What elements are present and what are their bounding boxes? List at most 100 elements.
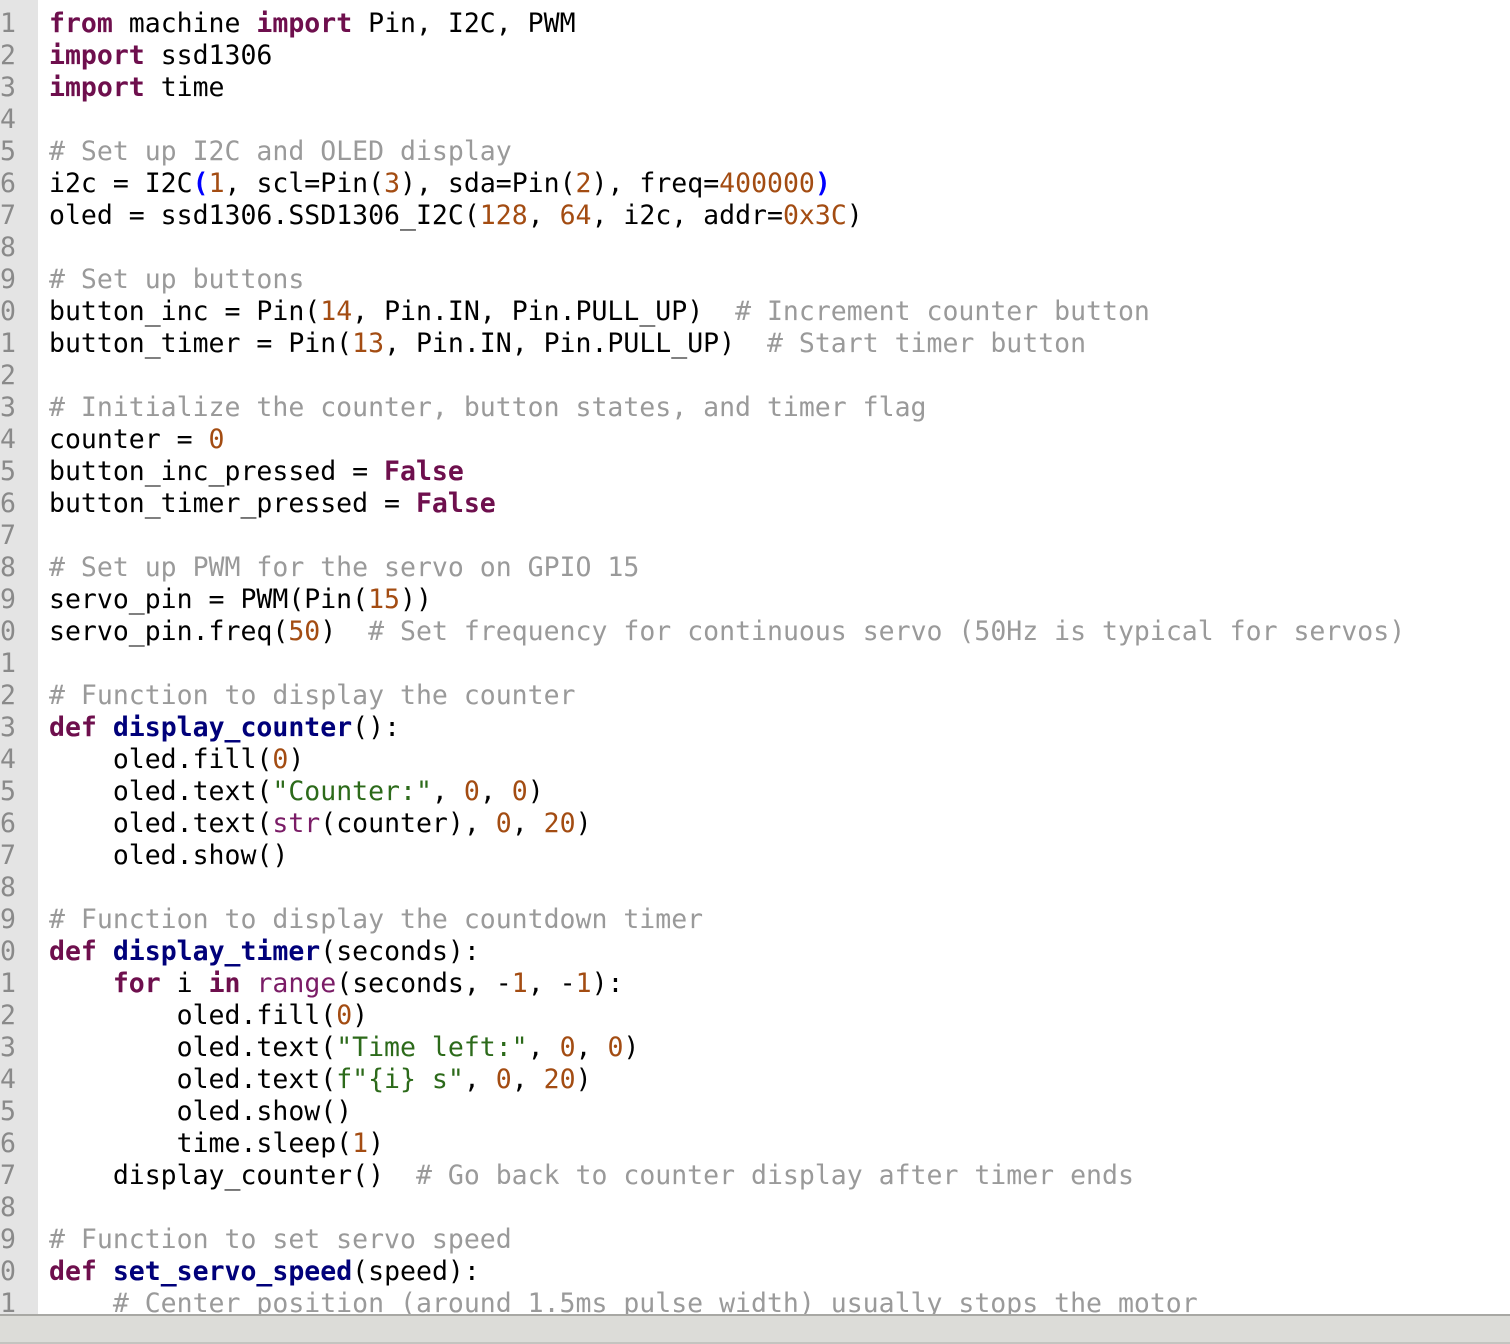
builtin: str <box>272 808 321 839</box>
code-line[interactable]: 1 from machine import Pin, I2C, PWM <box>0 8 1510 40</box>
comment: # Function to display the counter <box>49 680 576 711</box>
code-text[interactable]: button_inc = Pin(14, Pin.IN, Pin.PULL_UP… <box>49 296 1150 328</box>
code-editor[interactable]: 1 from machine import Pin, I2C, PWM 2 impor… <box>0 0 1510 1314</box>
line-number: 2 <box>0 680 16 711</box>
code-text[interactable]: button_timer_pressed = False <box>49 488 496 520</box>
code-line[interactable]: 8 <box>0 1192 1510 1224</box>
code-text[interactable]: display_counter() # Go back to counter d… <box>49 1160 1134 1192</box>
code-text[interactable]: oled.text(str(counter), 0, 20) <box>49 808 592 840</box>
code-text[interactable]: import ssd1306 <box>49 40 272 72</box>
line-number: 2 <box>0 40 16 71</box>
code-line[interactable]: 0 def display_timer(seconds): <box>0 936 1510 968</box>
code-text[interactable]: counter = 0 <box>49 424 225 456</box>
code-text[interactable]: button_inc_pressed = False <box>49 456 464 488</box>
code-line[interactable]: 6 oled.text(str(counter), 0, 20) <box>0 808 1510 840</box>
number-literal: 13 <box>352 328 385 359</box>
code-line[interactable]: 5 # Set up I2C and OLED display <box>0 136 1510 168</box>
code-line[interactable]: 1 # Center position (around 1.5ms pulse … <box>0 1288 1510 1314</box>
line-number: 5 <box>0 776 16 807</box>
code-line[interactable]: 4 <box>0 104 1510 136</box>
code-line[interactable]: 7 oled = ssd1306.SSD1306_I2C(128, 64, i2c… <box>0 200 1510 232</box>
code-line[interactable]: 7 display_counter() # Go back to counter… <box>0 1160 1510 1192</box>
line-number: 7 <box>0 840 16 871</box>
code-text[interactable]: # Function to set servo speed <box>49 1224 512 1256</box>
code-text[interactable]: oled.text("Counter:", 0, 0) <box>49 776 544 808</box>
code-text[interactable]: for i in range(seconds, -1, -1): <box>49 968 624 1000</box>
code-text[interactable]: # Initialize the counter, button states,… <box>49 392 927 424</box>
code-line[interactable]: 8 # Set up PWM for the servo on GPIO 15 <box>0 552 1510 584</box>
code-text[interactable]: oled.fill(0) <box>49 1000 369 1032</box>
code-text[interactable]: time.sleep(1) <box>49 1128 384 1160</box>
code-text[interactable]: # Function to display the countdown time… <box>49 904 703 936</box>
code-text[interactable]: # Set up PWM for the servo on GPIO 15 <box>49 552 639 584</box>
code-text[interactable]: servo_pin = PWM(Pin(15)) <box>49 584 432 616</box>
code-line[interactable]: 3 oled.text("Time left:", 0, 0) <box>0 1032 1510 1064</box>
code-line[interactable]: 6 i2c = I2C(1, scl=Pin(3), sda=Pin(2), fr… <box>0 168 1510 200</box>
code-token: (): <box>352 712 401 743</box>
line-number: 1 <box>0 328 16 359</box>
number-literal: 15 <box>368 584 401 615</box>
code-line[interactable]: 2 <box>0 360 1510 392</box>
code-line[interactable]: 1 button_timer = Pin(13, Pin.IN, Pin.PULL… <box>0 328 1510 360</box>
code-text[interactable]: def display_counter(): <box>49 712 400 744</box>
code-line[interactable]: 9 # Function to set servo speed <box>0 1224 1510 1256</box>
code-text[interactable]: import time <box>49 72 225 104</box>
code-text[interactable]: # Set up I2C and OLED display <box>49 136 512 168</box>
code-line[interactable]: 9 servo_pin = PWM(Pin(15)) <box>0 584 1510 616</box>
code-line[interactable]: 3 import time <box>0 72 1510 104</box>
code-line[interactable]: 0 button_inc = Pin(14, Pin.IN, Pin.PULL_U… <box>0 296 1510 328</box>
code-text[interactable]: button_timer = Pin(13, Pin.IN, Pin.PULL_… <box>49 328 1086 360</box>
code-text[interactable]: i2c = I2C(1, scl=Pin(3), sda=Pin(2), fre… <box>49 168 831 200</box>
code-line[interactable]: 6 button_timer_pressed = False <box>0 488 1510 520</box>
code-text[interactable]: oled.fill(0) <box>49 744 305 776</box>
code-line[interactable]: 8 <box>0 872 1510 904</box>
code-token: i2c = I2C <box>49 168 193 199</box>
code-text[interactable]: oled.show() <box>49 1096 353 1128</box>
code-line[interactable]: 7 oled.show() <box>0 840 1510 872</box>
code-token: ssd1306 <box>144 40 273 71</box>
code-line[interactable]: 5 oled.show() <box>0 1096 1510 1128</box>
code-text[interactable]: from machine import Pin, I2C, PWM <box>49 8 576 40</box>
number-literal: 0 <box>495 808 512 839</box>
code-line[interactable]: 7 <box>0 520 1510 552</box>
code-line[interactable]: 9 # Function to display the countdown tim… <box>0 904 1510 936</box>
code-text[interactable]: oled.text("Time left:", 0, 0) <box>49 1032 640 1064</box>
code-line[interactable]: 5 button_inc_pressed = False <box>0 456 1510 488</box>
code-text[interactable]: oled = ssd1306.SSD1306_I2C(128, 64, i2c,… <box>49 200 863 232</box>
code-line[interactable]: 4 counter = 0 <box>0 424 1510 456</box>
code-line[interactable]: 3 # Initialize the counter, button states… <box>0 392 1510 424</box>
code-line[interactable]: 8 <box>0 232 1510 264</box>
code-text[interactable]: def set_servo_speed(speed): <box>49 1256 480 1288</box>
code-line[interactable]: 9 # Set up buttons <box>0 264 1510 296</box>
horizontal-scrollbar[interactable] <box>0 1314 1510 1344</box>
code-text[interactable]: # Set up buttons <box>49 264 304 296</box>
code-text[interactable]: def display_timer(seconds): <box>49 936 480 968</box>
code-line[interactable]: 0 def set_servo_speed(speed): <box>0 1256 1510 1288</box>
code-line[interactable]: 4 oled.fill(0) <box>0 744 1510 776</box>
code-line[interactable]: 1 for i in range(seconds, -1, -1): <box>0 968 1510 1000</box>
code-text[interactable]: # Function to display the counter <box>49 680 576 712</box>
code-line[interactable]: 1 <box>0 648 1510 680</box>
code-token: ) <box>368 1128 385 1159</box>
code-text[interactable]: oled.text(f"{i} s", 0, 20) <box>49 1064 592 1096</box>
code-line[interactable]: 6 time.sleep(1) <box>0 1128 1510 1160</box>
line-number: 0 <box>0 1256 16 1287</box>
code-token: , <box>463 1064 496 1095</box>
code-line[interactable]: 2 import ssd1306 <box>0 40 1510 72</box>
code-line[interactable]: 3 def display_counter(): <box>0 712 1510 744</box>
code-token: ) <box>352 1000 369 1031</box>
code-text[interactable]: # Center position (around 1.5ms pulse wi… <box>49 1288 1198 1314</box>
code-line[interactable]: 5 oled.text("Counter:", 0, 0) <box>0 776 1510 808</box>
code-text[interactable]: oled.show() <box>49 840 289 872</box>
code-line[interactable]: 2 # Function to display the counter <box>0 680 1510 712</box>
code-line[interactable]: 0 servo_pin.freq(50) # Set frequency for … <box>0 616 1510 648</box>
code-token: )) <box>400 584 432 615</box>
string-literal: "Time left:" <box>336 1032 528 1063</box>
code-line[interactable]: 2 oled.fill(0) <box>0 1000 1510 1032</box>
builtin: range <box>256 968 337 999</box>
code-text[interactable]: servo_pin.freq(50) # Set frequency for c… <box>49 616 1405 648</box>
code-line[interactable]: 4 oled.text(f"{i} s", 0, 20) <box>0 1064 1510 1096</box>
